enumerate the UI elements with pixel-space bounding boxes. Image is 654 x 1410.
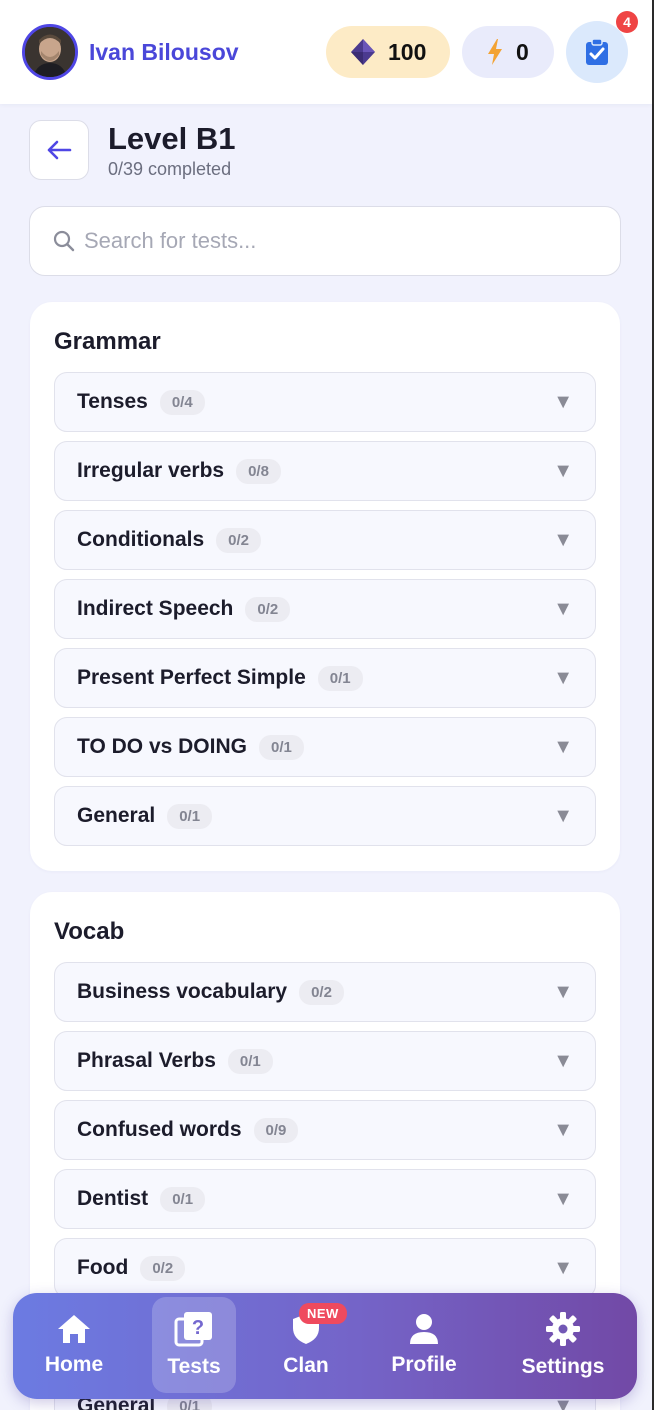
nav-label: Clan — [283, 1354, 329, 1377]
home-icon — [58, 1315, 90, 1343]
topic-label: TO DO vs DOING — [77, 735, 247, 758]
topic-row[interactable]: Present Perfect Simple 0/1 ▼ — [54, 648, 596, 708]
gems-value: 100 — [388, 38, 427, 65]
topic-label: Dentist — [77, 1187, 149, 1210]
topic-label: Phrasal Verbs — [77, 1049, 216, 1072]
nav-clan[interactable]: NEW Clan — [265, 1297, 347, 1393]
topic-label: Indirect Speech — [77, 597, 234, 620]
search-input[interactable] — [84, 228, 584, 254]
topic-label: Present Perfect Simple — [77, 666, 306, 689]
topic-row[interactable]: Dentist 0/1 ▼ — [54, 1169, 596, 1229]
energy-counter[interactable]: 0 — [462, 26, 554, 78]
svg-text:?: ? — [192, 1317, 204, 1339]
topic-count-badge: 0/2 — [245, 596, 291, 622]
caret-down-icon[interactable]: ▼ — [553, 461, 573, 481]
section-title: Grammar — [54, 328, 161, 355]
topic-row[interactable]: Confused words 0/9 ▼ — [54, 1100, 596, 1160]
topic-row[interactable]: Business vocabulary 0/2 ▼ — [54, 962, 596, 1022]
topic-label: Confused words — [77, 1118, 242, 1141]
new-badge: NEW — [299, 1303, 347, 1324]
topic-count-badge: 0/1 — [227, 1048, 273, 1074]
topic-row[interactable]: Indirect Speech 0/2 ▼ — [54, 579, 596, 639]
tests-icon: ? — [174, 1312, 212, 1347]
caret-down-icon[interactable]: ▼ — [553, 737, 573, 757]
back-button[interactable] — [29, 120, 89, 180]
topic-count-badge: 0/2 — [299, 979, 344, 1005]
clipboard-check-icon — [586, 38, 608, 65]
nav-tests[interactable]: ? Tests — [152, 1297, 236, 1393]
topic-row[interactable]: Phrasal Verbs 0/1 ▼ — [54, 1031, 596, 1091]
avatar[interactable] — [22, 24, 78, 80]
topic-count-badge: 0/9 — [253, 1117, 299, 1143]
topic-count-badge: 0/2 — [140, 1255, 186, 1281]
level-progress: 0/39 completed — [108, 159, 232, 179]
caret-down-icon[interactable]: ▼ — [553, 806, 573, 826]
arrow-left-icon — [47, 140, 72, 160]
nav-settings[interactable]: Settings — [513, 1297, 613, 1393]
topic-label: Tenses — [77, 390, 148, 413]
caret-down-icon[interactable]: ▼ — [553, 530, 573, 550]
nav-home[interactable]: Home — [23, 1297, 125, 1393]
topic-count-badge: 0/4 — [159, 389, 205, 415]
bottom-nav: Home ? Tests NEW Clan Profile Settings — [13, 1293, 637, 1399]
avatar-photo-icon — [25, 27, 75, 77]
energy-value: 0 — [516, 38, 529, 65]
caret-down-icon[interactable]: ▼ — [553, 1189, 573, 1209]
search-icon — [53, 230, 75, 252]
nav-label: Settings — [521, 1355, 605, 1378]
section-card-grammar: Grammar Tenses 0/4 ▼ Irregular verbs 0/8… — [30, 302, 620, 871]
topic-count-badge: 0/2 — [216, 527, 262, 553]
section-title: Vocab — [54, 918, 125, 945]
topic-label: Conditionals — [77, 528, 205, 551]
caret-down-icon[interactable]: ▼ — [553, 599, 573, 619]
page-title: Level B1 — [108, 121, 236, 156]
daily-tasks-button[interactable]: 4 — [566, 11, 638, 83]
topic-count-badge: 0/1 — [317, 665, 363, 691]
topic-label: General — [77, 804, 156, 827]
topic-row[interactable]: Tenses 0/4 ▼ — [54, 372, 596, 432]
gem-icon — [350, 38, 376, 66]
gear-icon — [546, 1312, 580, 1346]
username[interactable]: Ivan Bilousov — [89, 39, 239, 66]
caret-down-icon[interactable]: ▼ — [553, 1051, 573, 1071]
caret-down-icon[interactable]: ▼ — [553, 982, 573, 1002]
search-box[interactable] — [29, 206, 621, 276]
top-bar: Ivan Bilousov 100 0 4 — [0, 0, 652, 104]
topic-label: Irregular verbs — [77, 459, 225, 482]
notification-badge: 4 — [616, 11, 638, 33]
caret-down-icon[interactable]: ▼ — [553, 1258, 573, 1278]
topic-count-badge: 0/1 — [160, 1186, 206, 1212]
user-icon — [410, 1314, 438, 1344]
caret-down-icon[interactable]: ▼ — [553, 668, 573, 688]
topic-row[interactable]: General 0/1 ▼ — [54, 786, 596, 846]
nav-label: Profile — [391, 1353, 457, 1376]
topic-row[interactable]: Conditionals 0/2 ▼ — [54, 510, 596, 570]
topic-label: Business vocabulary — [77, 980, 288, 1003]
topic-count-badge: 0/1 — [167, 803, 213, 829]
caret-down-icon[interactable]: ▼ — [553, 392, 573, 412]
topic-count-badge: 0/8 — [236, 458, 281, 484]
gems-counter[interactable]: 100 — [326, 26, 450, 78]
nav-label: Home — [44, 1353, 104, 1376]
topic-row[interactable]: Irregular verbs 0/8 ▼ — [54, 441, 596, 501]
caret-down-icon[interactable]: ▼ — [553, 1120, 573, 1140]
nav-label: Tests — [167, 1355, 221, 1378]
nav-profile[interactable]: Profile — [383, 1297, 465, 1393]
topic-row[interactable]: Food 0/2 ▼ — [54, 1238, 596, 1298]
topic-label: Food — [77, 1256, 129, 1279]
topic-count-badge: 0/1 — [258, 734, 304, 760]
lightning-icon — [486, 38, 504, 66]
topic-row[interactable]: TO DO vs DOING 0/1 ▼ — [54, 717, 596, 777]
